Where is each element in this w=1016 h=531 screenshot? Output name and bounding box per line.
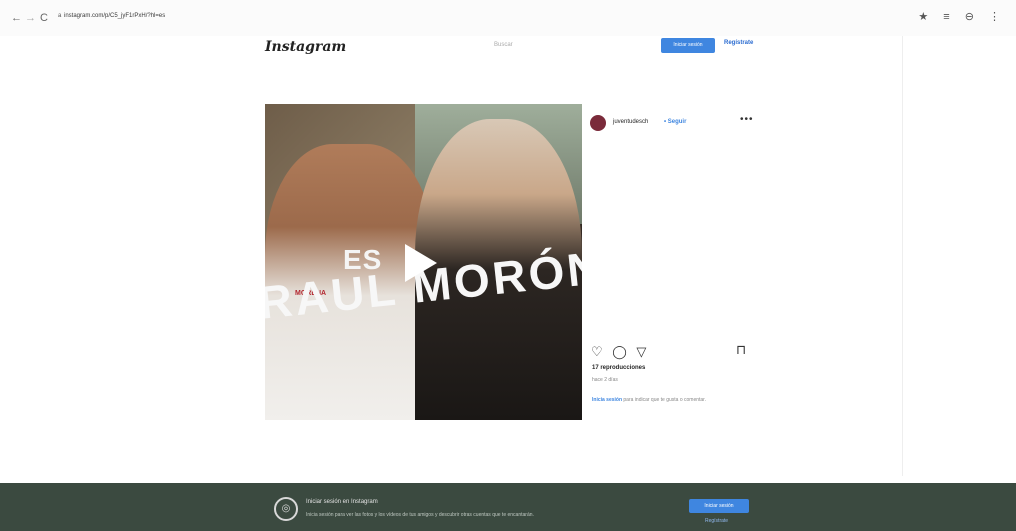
post-username[interactable]: juventudesch: [613, 119, 648, 125]
bookmark-icon[interactable]: ⊓: [736, 342, 746, 358]
follow-button[interactable]: • Seguir: [664, 119, 686, 125]
back-button[interactable]: ←: [11, 12, 22, 24]
post-date: hace 2 días: [592, 377, 618, 383]
play-icon[interactable]: [405, 244, 437, 282]
login-prompt: Inicia sesión para indicar que te gusta …: [592, 396, 732, 404]
reload-button[interactable]: C: [40, 12, 48, 24]
banner-register-link[interactable]: Regístrate: [705, 518, 728, 524]
login-prompt-text: para indicar que te gusta o comentar.: [622, 397, 706, 403]
browser-tools[interactable]: ★ ≡ ⊖ ⋮: [918, 10, 1006, 23]
forward-button[interactable]: →: [25, 12, 36, 24]
banner-login-button[interactable]: Iniciar sesión: [689, 499, 749, 513]
login-prompt-link[interactable]: Inicia sesión: [592, 397, 622, 403]
banner-subtitle: Inicia sesión para ver las fotos y los v…: [306, 512, 534, 518]
search-input[interactable]: Buscar: [494, 42, 513, 48]
register-link[interactable]: Regístrate: [724, 40, 753, 46]
avatar[interactable]: [590, 115, 606, 131]
banner-title: Iniciar sesión en Instagram: [306, 499, 378, 505]
login-banner: [0, 483, 1016, 531]
view-count: 17 reproducciones: [592, 365, 646, 371]
address-bar[interactable]: instagram.com/p/C5_jyF1rPxH/?hl=es: [64, 13, 165, 19]
lock-icon: a: [58, 13, 62, 19]
post-action-icons[interactable]: ♡ ◯ ▽: [591, 344, 649, 360]
login-button[interactable]: Iniciar sesión: [661, 38, 715, 53]
instagram-icon: ◎: [274, 497, 298, 521]
instagram-logo[interactable]: Instagram: [265, 39, 346, 55]
post-video[interactable]: MORENA ES RAUL MORÓN: [265, 104, 582, 420]
divider: [902, 36, 903, 476]
more-options-icon[interactable]: •••: [740, 114, 754, 125]
